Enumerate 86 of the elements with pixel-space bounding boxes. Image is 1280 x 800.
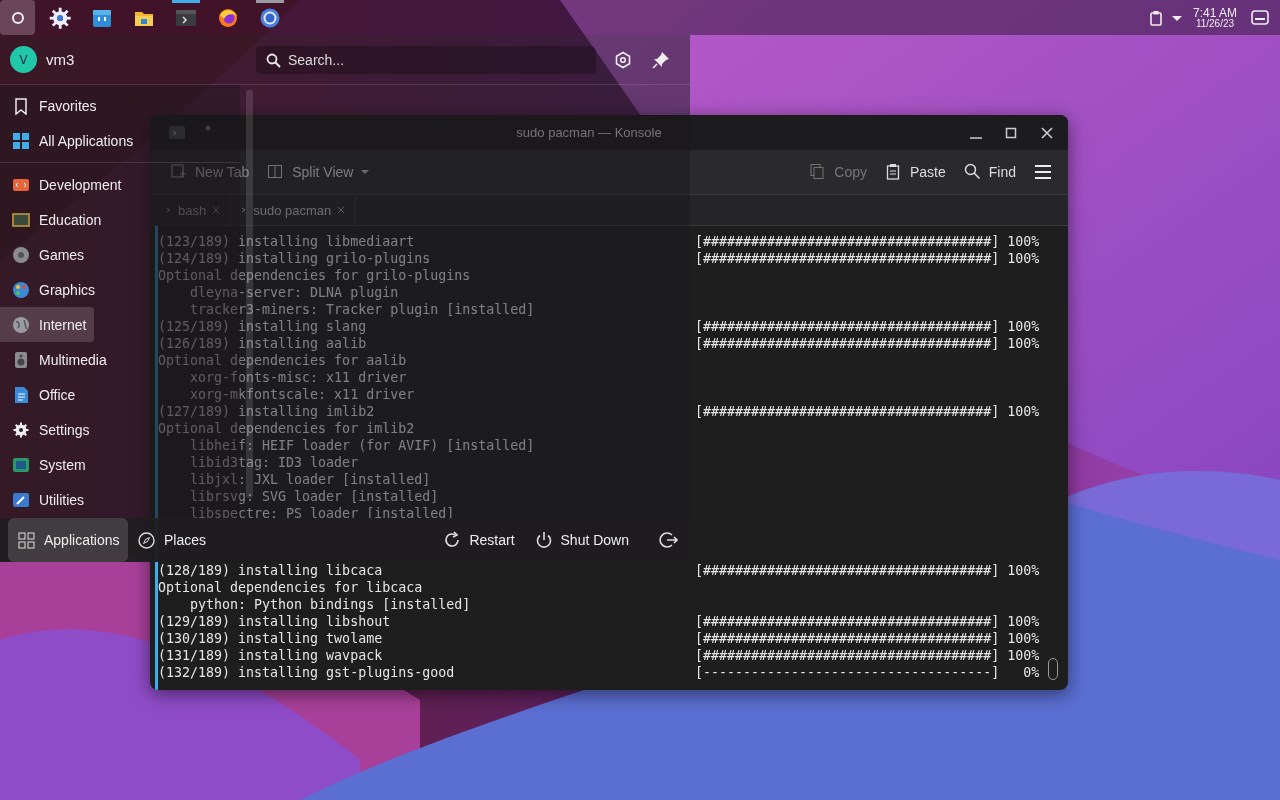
terminal-line: (126/189) installing aalib	[158, 335, 367, 352]
find-button[interactable]: Find	[961, 159, 1018, 185]
close-icon	[337, 206, 346, 214]
terminal-line: python: Python bindings [installed]	[189, 596, 471, 613]
bookmark-icon	[12, 96, 30, 115]
clipboard-icon	[1148, 9, 1163, 26]
category-item[interactable]: Utilities	[0, 482, 93, 517]
terminal-line: (128/189) installing libcaca	[158, 562, 383, 579]
terminal-line: dleyna-server: DLNA plugin	[189, 284, 399, 301]
progress-text: [####################################] 100%	[695, 335, 1040, 352]
terminal-line: libid3tag: ID3 loader	[189, 454, 359, 471]
taskbar-button[interactable]	[0, 0, 35, 35]
terminal-line: (130/189) installing twolame	[158, 630, 383, 647]
show-desktop-icon	[1251, 9, 1269, 26]
category-item[interactable]: Graphics	[0, 272, 104, 307]
power-icon	[534, 531, 554, 549]
terminal-line: libheif: HEIF loader (for AVIF) [installed]	[189, 437, 535, 454]
progress-text: [####################################] 100%	[695, 647, 1040, 664]
progress-text: [####################################] 100%	[695, 318, 1040, 335]
terminal-line: (131/189) installing wavpack	[158, 647, 383, 664]
category-item[interactable]: Office	[0, 377, 84, 412]
gear-icon	[49, 6, 71, 29]
progress-text: [####################################] 100%	[695, 630, 1040, 647]
terminal-line: (125/189) installing slang	[158, 318, 367, 335]
clock-time[interactable]: 7:41 AM	[1192, 6, 1237, 19]
chalkboard-icon	[12, 210, 30, 229]
close-icon	[212, 206, 221, 214]
minimize-icon	[970, 136, 982, 139]
progress-text: [####################################] 100%	[695, 250, 1040, 267]
logout-icon	[659, 531, 678, 549]
clock-date[interactable]: 11/26/23	[1195, 18, 1235, 29]
joystick-icon	[12, 245, 30, 264]
menu-icon	[1034, 163, 1052, 181]
globe-icon	[12, 315, 30, 334]
progress-text: [------------------------------------] 0%	[695, 664, 1040, 681]
window-title: sudo pacman — Konsole	[515, 125, 663, 140]
category-item[interactable]: System	[0, 447, 94, 482]
palette-icon	[12, 280, 30, 299]
category-item[interactable]: Education	[0, 202, 110, 237]
category-item[interactable]: Internet	[0, 307, 95, 342]
shutdown-button[interactable]: Shut Down	[530, 527, 633, 553]
grid-icon	[12, 131, 30, 150]
terminal-line: (132/189) installing gst-plugins-good	[158, 664, 455, 681]
caret-icon	[360, 169, 371, 175]
search-icon	[963, 163, 982, 181]
terminal-line: Optional dependencies for grilo-plugins	[158, 267, 471, 284]
terminal-line: xorg-mkfontscale: x11 driver	[189, 386, 415, 403]
terminal-line: librsvg: SVG loader [installed]	[189, 488, 439, 505]
maximize-icon	[1004, 125, 1018, 140]
category-item[interactable]: All Applications	[0, 123, 142, 158]
close-icon	[1040, 125, 1054, 140]
restart-button[interactable]: Restart	[439, 527, 519, 553]
gear-icon	[12, 420, 30, 439]
terminal-line: xorg-fonts-misc: x11 driver	[189, 369, 407, 386]
category-item[interactable]: Games	[0, 237, 93, 272]
progress-text: [####################################] 100%	[695, 613, 1040, 630]
caret-icon	[1170, 13, 1183, 22]
hexagon-icon	[614, 50, 632, 69]
browser-icon	[259, 6, 281, 29]
new-tab-icon	[170, 163, 188, 181]
category-item[interactable]: Multimedia	[0, 342, 115, 377]
split-button[interactable]: Split View	[265, 159, 373, 185]
terminal-icon	[168, 124, 186, 141]
search-icon	[266, 52, 281, 68]
terminal-line: Optional dependencies for libcaca	[158, 579, 423, 596]
category-item[interactable]: Development	[0, 167, 130, 202]
paste-button[interactable]: Paste	[882, 159, 948, 185]
progress-text: [####################################] 100%	[695, 403, 1040, 420]
progress-text: [####################################] 100%	[695, 562, 1040, 579]
footer-tab[interactable]: Applications	[8, 518, 128, 562]
terminal-line: (129/189) installing libshout	[158, 613, 391, 630]
browser-icon	[217, 6, 239, 29]
category-item[interactable]: Settings	[0, 412, 98, 447]
terminal-line: tracker3-miners: Tracker plugin [installed]	[189, 301, 535, 318]
launcher-icon	[9, 9, 26, 26]
terminal-line: (127/189) installing imlib2	[158, 403, 375, 420]
terminal-line: (124/189) installing grilo-plugins	[158, 250, 431, 267]
terminal-line: Optional dependencies for aalib	[158, 352, 407, 369]
grid-icon	[18, 531, 35, 549]
user-name: vm3	[46, 51, 76, 68]
compass-icon	[138, 531, 155, 549]
category-item[interactable]: Favorites	[0, 88, 105, 123]
progress-text: [####################################] 100%	[695, 233, 1040, 250]
terminal-line: libjxl: JXL loader [installed]	[189, 471, 431, 488]
terminal-line: Optional dependencies for imlib2	[158, 420, 415, 437]
terminal-line: (123/189) installing libmediaart	[158, 233, 415, 250]
